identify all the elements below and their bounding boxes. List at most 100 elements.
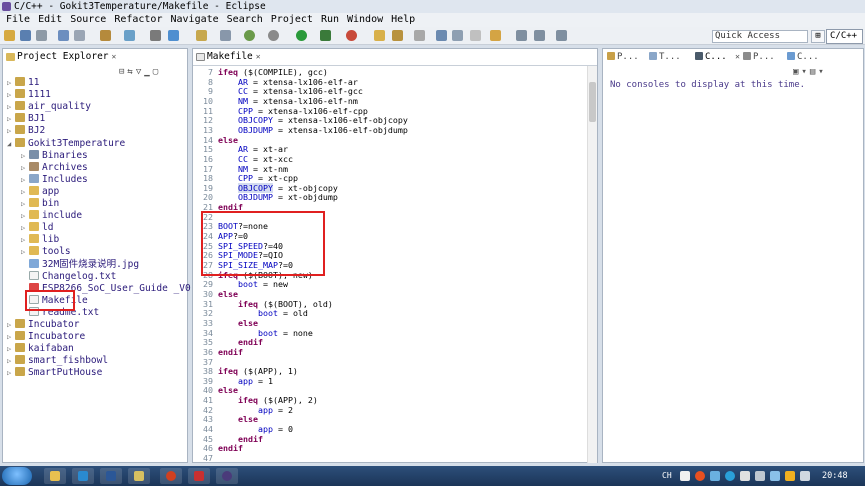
new-class-icon[interactable] [168, 30, 179, 41]
quick-access-input[interactable]: Quick Access [712, 30, 808, 43]
expand-toggle-icon[interactable]: ▷ [21, 246, 29, 258]
tree-item-bj2[interactable]: ▷ BJ2 [7, 125, 45, 137]
editor-scrollbar[interactable] [587, 66, 597, 463]
open-folder-icon[interactable] [374, 30, 385, 41]
taskbar-explorer[interactable] [44, 468, 66, 484]
expand-toggle-icon[interactable]: ▷ [21, 162, 29, 174]
open-type-icon[interactable] [392, 30, 403, 41]
tab-console[interactable]: C... ✕ [691, 49, 744, 65]
expand-toggle-icon[interactable]: ▷ [7, 89, 15, 101]
expand-toggle-icon[interactable]: ▷ [21, 222, 29, 234]
show-whitespace-icon[interactable] [452, 30, 463, 41]
volume-icon[interactable] [800, 471, 810, 481]
tray-lang[interactable]: CH [662, 466, 672, 486]
menu-project[interactable]: Project [267, 13, 317, 27]
battery-icon[interactable] [785, 471, 795, 481]
expand-toggle-icon[interactable]: ▷ [7, 367, 15, 379]
taskbar-notes[interactable] [128, 468, 150, 484]
close-icon[interactable]: ✕ [256, 52, 261, 61]
tab-call-hierarchy[interactable]: C... [787, 49, 819, 65]
tree-item-smartputhouse[interactable]: ▷ SmartPutHouse [7, 367, 102, 379]
expand-toggle-icon[interactable]: ▷ [7, 343, 15, 355]
tree-item-includes[interactable]: ▷ Includes [21, 173, 88, 186]
block-select-icon[interactable] [470, 30, 481, 41]
tree-item-archives[interactable]: ▷ Archives [21, 161, 88, 174]
debug-icon[interactable] [320, 30, 331, 41]
menu-window[interactable]: Window [343, 13, 387, 27]
console-menu-icon[interactable]: ▾ [801, 67, 809, 77]
new-icon[interactable] [4, 30, 15, 41]
ime-icon[interactable] [680, 471, 690, 481]
menu-source[interactable]: Source [66, 13, 110, 27]
tree-item-bin[interactable]: ▷ bin [21, 198, 59, 210]
expand-toggle-icon[interactable]: ▷ [7, 113, 15, 125]
tree-item-incubatore[interactable]: ▷ Incubatore [7, 331, 85, 343]
tree-item-incubator[interactable]: ▷ Incubator [7, 319, 79, 331]
expand-toggle-icon[interactable]: ▷ [21, 150, 29, 162]
minimize-icon[interactable]: ▁ [144, 67, 152, 77]
save-icon[interactable] [20, 30, 31, 41]
expand-toggle-icon[interactable]: ▷ [7, 101, 15, 113]
expand-toggle-icon[interactable]: ▷ [7, 125, 15, 137]
menu-file[interactable]: File [2, 13, 34, 27]
network-icon[interactable] [710, 471, 720, 481]
expand-toggle-icon[interactable]: ▷ [21, 210, 29, 222]
dropdown-icon[interactable]: ▾ [818, 67, 826, 77]
tab-tasks[interactable]: T... [649, 49, 681, 65]
tree-item-smart-fishbowl[interactable]: ▷ smart_fishbowl [7, 355, 108, 367]
outline-icon[interactable] [124, 30, 135, 41]
tree-item-app[interactable]: ▷ app [21, 185, 59, 198]
save-all-icon[interactable] [36, 30, 47, 41]
refresh-icon[interactable] [244, 30, 255, 41]
tree-item-32m-jpg[interactable]: 32M固件烧录说明.jpg [21, 258, 139, 271]
tab-project-explorer[interactable]: Project Explorer ✕ [3, 49, 123, 65]
annotation-icon[interactable] [436, 30, 447, 41]
tree-item-1111[interactable]: ▷ 1111 [7, 89, 51, 101]
taskbar-word[interactable] [100, 468, 122, 484]
menu-edit[interactable]: Edit [34, 13, 66, 27]
expand-toggle-icon[interactable]: ▷ [7, 331, 15, 343]
taskbar-eclipse[interactable] [216, 468, 238, 484]
taskbar-browser[interactable] [160, 468, 182, 484]
tree-item-include[interactable]: ▷ include [21, 210, 82, 222]
tree-item-binaries[interactable]: ▷ Binaries [21, 149, 88, 162]
tab-properties[interactable]: P... [743, 49, 775, 65]
terminal-icon[interactable] [150, 30, 161, 41]
expand-toggle-icon[interactable]: ▷ [21, 174, 29, 186]
forward-icon[interactable] [534, 30, 545, 41]
menu-refactor[interactable]: Refactor [110, 13, 166, 27]
search-icon[interactable] [220, 30, 231, 41]
chat-icon[interactable] [725, 471, 735, 481]
antivirus-icon[interactable] [695, 471, 705, 481]
run-icon[interactable] [296, 30, 307, 41]
tab-problems[interactable]: P... [607, 49, 639, 65]
tree-item-11[interactable]: ▷ 11 [7, 77, 39, 89]
menu-run[interactable]: Run [317, 13, 343, 27]
scrollbar-thumb[interactable] [589, 82, 596, 122]
expand-toggle-icon[interactable]: ▷ [21, 186, 29, 198]
settings-icon[interactable] [268, 30, 279, 41]
hammer-icon[interactable] [100, 30, 111, 41]
close-icon[interactable]: ✕ [112, 52, 117, 61]
open-console-icon[interactable]: ▤ [810, 67, 818, 77]
perspective-cpp-button[interactable]: C/C++ [826, 29, 863, 44]
tab-makefile[interactable]: Makefile ✕ [193, 49, 267, 65]
external-tools-icon[interactable] [346, 30, 357, 41]
build-config-icon[interactable] [74, 30, 85, 41]
menu-search[interactable]: Search [223, 13, 267, 27]
open-perspective-button[interactable]: ⊞ [811, 30, 825, 43]
tree-item-lib[interactable]: ▷ lib [21, 234, 59, 246]
tree-item-air-quality[interactable]: ▷ air_quality [7, 101, 91, 113]
wifi-icon[interactable] [770, 471, 780, 481]
taskbar-app-1[interactable] [72, 468, 94, 484]
build-icon[interactable] [58, 30, 69, 41]
maximize-icon[interactable]: ▢ [153, 67, 161, 77]
tree-item-tools[interactable]: ▷ tools [21, 246, 71, 258]
taskbar-pdf[interactable] [188, 468, 210, 484]
link-editor-icon[interactable]: ⇆ [127, 67, 135, 77]
forward-history-icon[interactable] [556, 30, 567, 41]
new-folder-icon[interactable] [196, 30, 207, 41]
menu-help[interactable]: Help [387, 13, 419, 27]
expand-toggle-icon[interactable]: ▷ [21, 198, 29, 210]
menu-navigate[interactable]: Navigate [166, 13, 222, 27]
